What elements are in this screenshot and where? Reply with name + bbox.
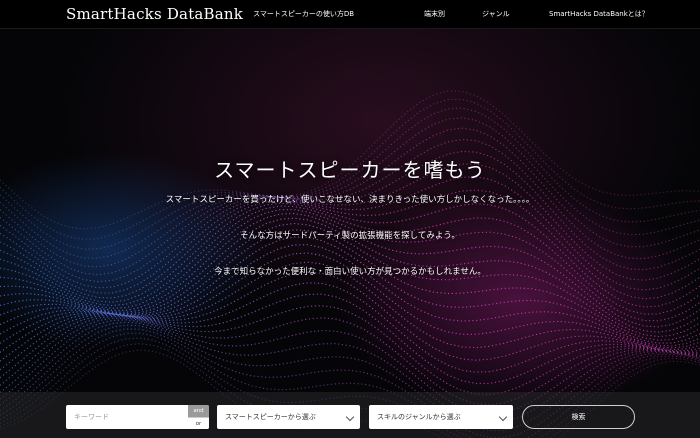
brand-logo[interactable]: SmartHacks DataBank	[66, 5, 243, 23]
brand-subtitle: スマートスピーカーの使い方DB	[253, 10, 355, 18]
keyword-input[interactable]	[66, 405, 194, 429]
wave-line	[0, 202, 700, 308]
wave-line	[0, 244, 700, 347]
hero-line-3: 今まで知らなかった便利な・面白い使い方が見つかるかもしれません。	[214, 267, 486, 277]
wave-line	[0, 293, 700, 385]
wave-line	[0, 205, 700, 315]
speaker-select[interactable]: スマートスピーカーから選ぶ	[217, 405, 360, 429]
wave-line	[0, 189, 700, 300]
particle-wave-graphic	[0, 90, 700, 438]
header-bar: SmartHacks DataBank スマートスピーカーの使い方DB 端末別 …	[0, 0, 700, 29]
genre-select[interactable]: スキルのジャンルから選ぶ	[369, 405, 513, 429]
nav-about[interactable]: SmartHacks DataBankとは？	[549, 0, 649, 28]
chevron-down-icon	[498, 412, 508, 422]
hero-line-1: スマートスピーカーを買ったけど、使いこなせない、決まりきった使い方しかしなくなっ…	[165, 195, 535, 205]
nav-device[interactable]: 端末別	[424, 0, 445, 28]
chevron-down-icon	[345, 412, 355, 422]
or-option[interactable]: or	[188, 417, 209, 429]
genre-select-value: スキルのジャンルから選ぶ	[377, 413, 461, 421]
hero-title: スマートスピーカーを嗜もう	[214, 158, 486, 182]
hero-line-2: そんな方はサードパーティ製の拡張機能を探してみよう。	[240, 231, 460, 241]
and-option[interactable]: and	[188, 405, 209, 417]
speaker-select-value: スマートスピーカーから選ぶ	[225, 413, 316, 421]
and-or-toggle: and or	[188, 405, 209, 429]
keyword-box: and or	[66, 405, 209, 429]
wave-line	[0, 271, 700, 362]
wave-line	[0, 229, 700, 341]
nav-genre[interactable]: ジャンル	[482, 0, 510, 28]
search-button[interactable]: 検索	[522, 405, 635, 429]
